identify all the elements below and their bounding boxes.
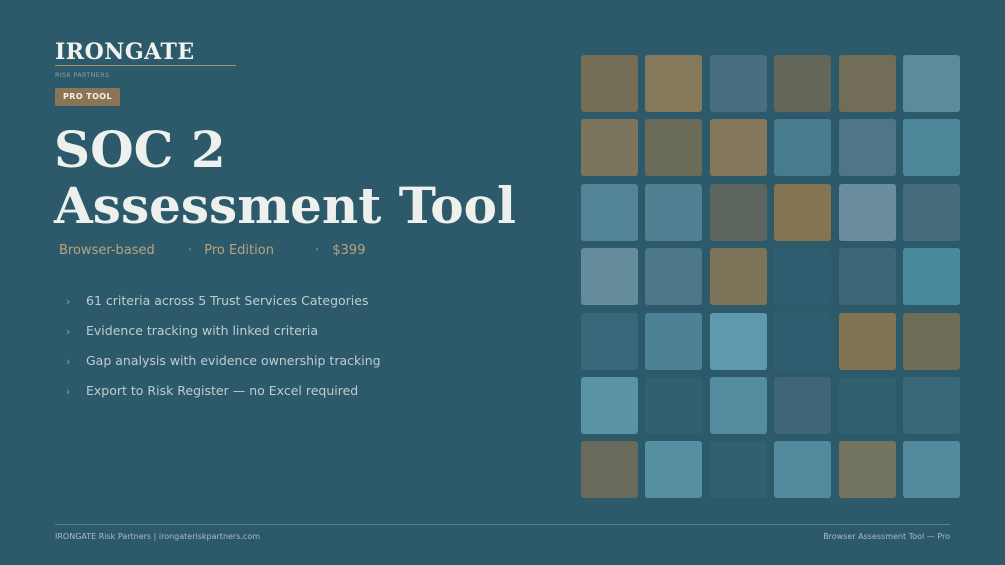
brand-subtitle: RISK PARTNERS	[55, 71, 110, 79]
meta-price: $399	[332, 243, 366, 258]
brand-block: IRONGATE RISK PARTNERS	[55, 40, 236, 79]
mosaic-tile	[709, 441, 767, 499]
mosaic-tile	[774, 376, 832, 434]
mosaic-tile	[709, 376, 767, 434]
mosaic-tile	[838, 119, 896, 177]
meta-edition: Pro Edition	[204, 243, 274, 258]
page-title: SOC 2 Assessment Tool	[54, 122, 516, 234]
decorative-tile-mosaic	[581, 55, 960, 499]
mosaic-tile	[645, 312, 703, 370]
mosaic-tile	[774, 441, 832, 499]
mosaic-tile	[645, 441, 703, 499]
mosaic-tile	[645, 248, 703, 306]
meta-platform: Browser-based	[59, 243, 155, 258]
feature-text: Evidence tracking with linked criteria	[86, 323, 319, 338]
mosaic-tile	[709, 312, 767, 370]
mosaic-tile	[838, 441, 896, 499]
mosaic-tile	[774, 119, 832, 177]
list-item: › 61 criteria across 5 Trust Services Cat…	[66, 293, 381, 323]
mosaic-tile	[838, 55, 896, 112]
mosaic-tile	[774, 55, 832, 112]
mosaic-tile	[581, 312, 638, 370]
mosaic-tile	[774, 248, 832, 306]
mosaic-tile	[645, 183, 703, 241]
product-meta: Browser-based · Pro Edition · $399	[59, 243, 365, 258]
title-line-2: Assessment Tool	[54, 176, 516, 235]
mosaic-tile	[581, 441, 638, 499]
mosaic-tile	[645, 119, 703, 177]
list-item: › Export to Risk Register — no Excel requ…	[66, 383, 381, 413]
meta-separator: ·	[315, 243, 320, 258]
mosaic-tile	[902, 119, 960, 177]
mosaic-tile	[581, 55, 638, 112]
brand-underline	[55, 65, 236, 66]
mosaic-tile	[902, 55, 960, 112]
mosaic-tile	[902, 248, 960, 306]
feature-text: 61 criteria across 5 Trust Services Cate…	[86, 293, 369, 308]
mosaic-tile	[774, 183, 832, 241]
mosaic-tile	[709, 119, 767, 177]
chevron-right-icon: ›	[66, 325, 71, 338]
feature-list: › 61 criteria across 5 Trust Services Cat…	[66, 293, 381, 413]
footer-product: Browser Assessment Tool — Pro	[823, 532, 950, 541]
footer-company: IRONGATE Risk Partners | irongateriskpar…	[55, 532, 261, 541]
mosaic-tile	[581, 183, 638, 241]
mosaic-tile	[709, 183, 767, 241]
mosaic-tile	[838, 248, 896, 306]
feature-text: Gap analysis with evidence ownership tra…	[86, 353, 381, 368]
list-item: › Gap analysis with evidence ownership tr…	[66, 353, 381, 383]
mosaic-tile	[709, 248, 767, 306]
footer-divider	[55, 524, 950, 525]
meta-separator: ·	[187, 243, 193, 258]
pro-tool-badge: PRO TOOL	[55, 88, 120, 106]
mosaic-tile	[581, 376, 638, 434]
mosaic-tile	[581, 119, 638, 177]
mosaic-tile	[581, 248, 638, 306]
brand-logo-text: IRONGATE	[55, 39, 195, 65]
mosaic-tile	[645, 55, 703, 112]
mosaic-tile	[838, 312, 896, 370]
mosaic-tile	[902, 376, 960, 434]
mosaic-tile	[838, 376, 896, 434]
mosaic-tile	[902, 183, 960, 241]
mosaic-tile	[645, 376, 703, 434]
mosaic-tile	[902, 312, 960, 370]
chevron-right-icon: ›	[66, 355, 71, 368]
chevron-right-icon: ›	[66, 295, 71, 308]
mosaic-tile	[902, 441, 960, 499]
feature-text: Export to Risk Register — no Excel requi…	[86, 383, 359, 398]
title-line-1: SOC 2	[54, 120, 226, 179]
mosaic-tile	[774, 312, 832, 370]
chevron-right-icon: ›	[66, 385, 71, 398]
list-item: › Evidence tracking with linked criteria	[66, 323, 381, 353]
mosaic-tile	[709, 55, 767, 112]
mosaic-tile	[838, 183, 896, 241]
